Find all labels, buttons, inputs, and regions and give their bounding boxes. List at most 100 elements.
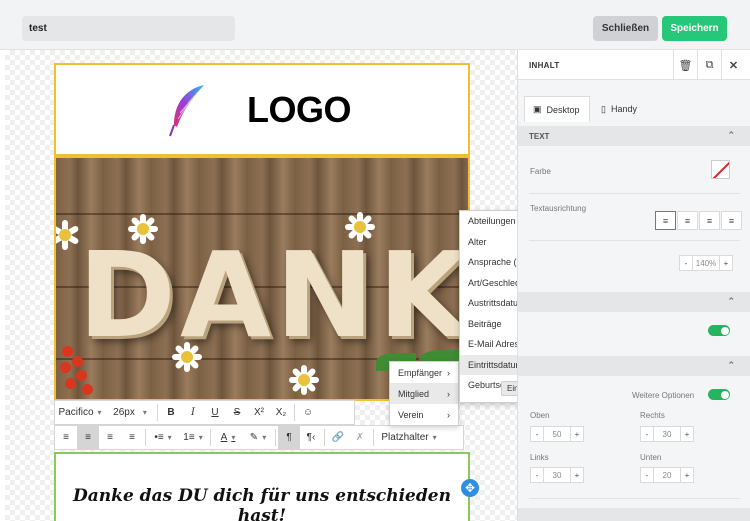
superscript-icon[interactable]: X² xyxy=(248,401,270,424)
daisy-flower xyxy=(128,214,158,244)
align-left-icon[interactable]: ≡ xyxy=(655,211,676,230)
close-button[interactable]: Schließen xyxy=(593,16,658,41)
section-header[interactable]: ⌃ xyxy=(518,292,750,312)
move-handle-icon[interactable]: ✥ xyxy=(461,479,479,497)
editor-canvas: LOGO DANKE xyxy=(5,50,517,521)
more-options-toggle[interactable] xyxy=(708,389,730,400)
padding-left-stepper[interactable]: - 30 + xyxy=(530,467,584,483)
padding-right-value[interactable]: 30 xyxy=(653,427,681,441)
color-picker[interactable] xyxy=(711,160,730,179)
link-icon[interactable]: 🔗 xyxy=(327,426,349,449)
strikethrough-icon[interactable]: S xyxy=(226,401,248,424)
berry xyxy=(72,356,83,367)
bullet-list-icon[interactable]: •≡ ▾ xyxy=(148,426,178,449)
padding-bottom-value[interactable]: 20 xyxy=(653,468,681,482)
chevron-right-icon: › xyxy=(447,409,450,420)
align-center-icon[interactable]: ≡ xyxy=(677,211,698,230)
emoji-icon[interactable]: ☺ xyxy=(297,401,319,424)
rtl-icon[interactable]: ¶‹ xyxy=(300,426,322,449)
subscript-icon[interactable]: X₂ xyxy=(270,401,292,424)
section-header[interactable]: ⌃ xyxy=(518,356,750,376)
align-center-icon[interactable]: ≡ xyxy=(77,426,99,449)
section-header[interactable] xyxy=(518,508,750,521)
daisy-flower xyxy=(172,342,202,372)
chevron-up-icon: ⌃ xyxy=(727,296,735,306)
trash-icon[interactable]: 🗑 xyxy=(673,50,697,80)
plus-icon[interactable]: + xyxy=(720,256,732,270)
padding-top-label: Oben xyxy=(530,411,550,420)
italic-icon[interactable]: I xyxy=(182,401,204,424)
underline-icon[interactable]: U xyxy=(204,401,226,424)
divider xyxy=(529,193,740,194)
text-toolbar-row1: Pacifico ▾ 26px ▾ B I U S X² X₂ ☺ xyxy=(54,400,355,425)
minus-icon[interactable]: - xyxy=(641,468,653,482)
align-left-icon[interactable]: ≡ xyxy=(55,426,77,449)
berry xyxy=(65,378,76,389)
bold-icon[interactable]: B xyxy=(160,401,182,424)
submenu-item-mitglied[interactable]: Mitglied › xyxy=(390,383,458,404)
daisy-flower xyxy=(289,365,319,395)
padding-bottom-label: Unten xyxy=(640,453,662,462)
chevron-right-icon: › xyxy=(447,367,450,378)
justify-icon[interactable]: ≡ xyxy=(121,426,143,449)
duplicate-icon[interactable]: ⧉ xyxy=(697,50,721,80)
chevron-up-icon: ⌃ xyxy=(727,360,735,370)
text-block-content[interactable]: Danke das DU dich für uns entschieden ha… xyxy=(56,486,468,521)
berry xyxy=(76,370,87,381)
minus-icon[interactable]: - xyxy=(531,468,543,482)
alignment-buttons: ≡ ≡ ≡ ≡ xyxy=(655,211,743,230)
properties-panel: INHALT 🗑 ⧉ ✕ ▣ Desktop ▯ Handy TEXT ⌃ Farbe… xyxy=(517,50,750,521)
logo-block[interactable]: LOGO xyxy=(54,63,470,156)
section-text-header[interactable]: TEXT ⌃ xyxy=(518,126,750,146)
feather-logo-icon xyxy=(169,85,204,137)
save-button[interactable]: Speichern xyxy=(662,16,727,41)
padding-right-stepper[interactable]: - 30 + xyxy=(640,426,694,442)
padding-right-label: Rechts xyxy=(640,411,665,420)
panel-title: INHALT xyxy=(529,61,560,70)
text-block[interactable]: Danke das DU dich für uns entschieden ha… xyxy=(54,452,470,521)
unlink-icon[interactable]: ✗ xyxy=(349,426,371,449)
submenu-item-verein[interactable]: Verein › xyxy=(390,404,458,425)
chevron-right-icon: › xyxy=(447,388,450,399)
monitor-icon: ▣ xyxy=(533,104,542,114)
image-danke-text: DANKE xyxy=(78,226,470,364)
plus-icon[interactable]: + xyxy=(571,427,583,441)
plus-icon[interactable]: + xyxy=(571,468,583,482)
daisy-flower xyxy=(345,212,375,242)
padding-left-value[interactable]: 30 xyxy=(543,468,571,482)
line-height-stepper[interactable]: - 140% + xyxy=(679,255,733,271)
tab-desktop[interactable]: ▣ Desktop xyxy=(524,96,590,122)
berry xyxy=(82,384,93,395)
padding-top-stepper[interactable]: - 50 + xyxy=(530,426,584,442)
highlight-icon[interactable]: ✎ ▾ xyxy=(243,426,273,449)
submenu-item-empfaenger[interactable]: Empfänger › xyxy=(390,362,458,383)
font-color-icon[interactable]: A ▾ xyxy=(213,426,243,449)
plus-icon[interactable]: + xyxy=(681,468,693,482)
placeholder-dropdown[interactable]: Platzhalter ▾ xyxy=(376,426,442,449)
toggle-switch[interactable] xyxy=(708,325,730,336)
chevron-up-icon: ⌃ xyxy=(727,130,735,140)
padding-bottom-stepper[interactable]: - 20 + xyxy=(640,467,694,483)
minus-icon[interactable]: - xyxy=(641,427,653,441)
close-icon[interactable]: ✕ xyxy=(721,50,745,80)
font-size-select[interactable]: 26px ▾ xyxy=(105,401,155,424)
tab-mobile[interactable]: ▯ Handy xyxy=(593,96,645,122)
align-right-icon[interactable]: ≡ xyxy=(699,211,720,230)
minus-icon[interactable]: - xyxy=(531,427,543,441)
justify-icon[interactable]: ≡ xyxy=(721,211,742,230)
template-name-input[interactable] xyxy=(22,16,235,41)
top-bar: Schließen Speichern xyxy=(0,0,750,50)
ltr-icon[interactable]: ¶ xyxy=(278,426,300,449)
daisy-flower xyxy=(56,220,80,250)
numbered-list-icon[interactable]: 1≡ ▾ xyxy=(178,426,208,449)
minus-icon[interactable]: - xyxy=(680,256,692,270)
divider xyxy=(529,240,740,241)
padding-top-value[interactable]: 50 xyxy=(543,427,571,441)
logo-text: LOGO xyxy=(247,89,352,130)
font-family-select[interactable]: Pacifico ▾ xyxy=(55,401,105,424)
more-options-label: Weitere Optionen xyxy=(632,391,695,400)
align-right-icon[interactable]: ≡ xyxy=(99,426,121,449)
line-height-value[interactable]: 140% xyxy=(692,256,720,270)
plus-icon[interactable]: + xyxy=(681,427,693,441)
wood-plank-line xyxy=(56,213,468,215)
